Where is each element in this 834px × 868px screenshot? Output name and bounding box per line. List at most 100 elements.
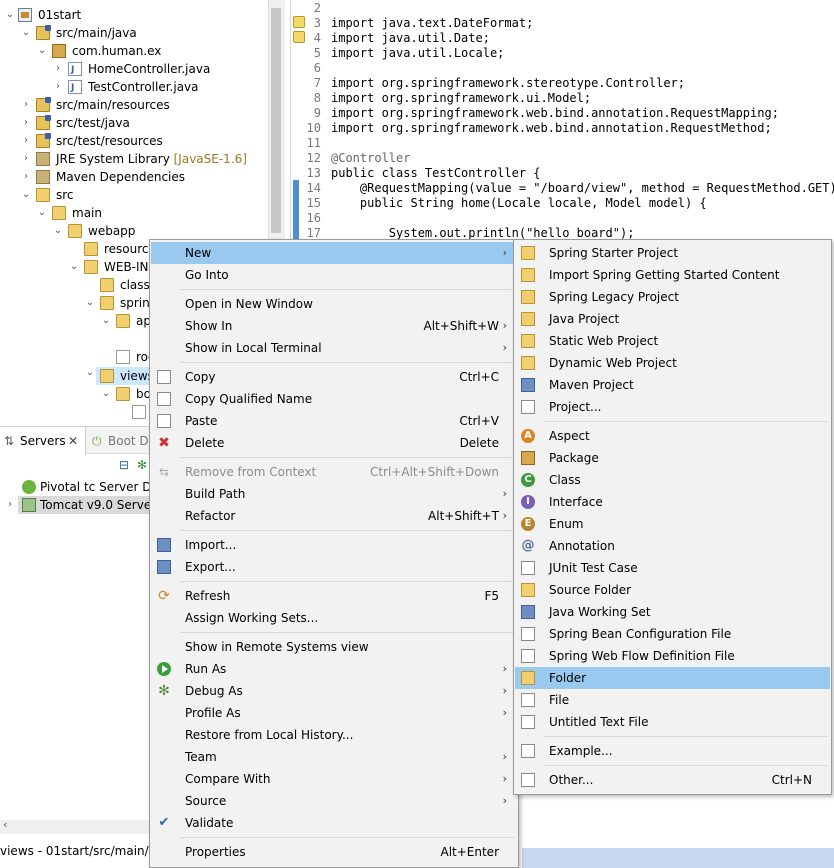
menu-item-interface[interactable]: I Interface [515,491,830,513]
collapse-all-icon[interactable]: ⊟ [119,458,129,472]
menu-item-assign-working-sets[interactable]: Assign Working Sets... [151,607,517,629]
menu-item-delete[interactable]: ✖ Delete Delete [151,432,517,454]
menu-item-source[interactable]: Source › [151,790,517,812]
menu-label: Source [185,794,227,808]
tree-label: webapp [88,224,136,238]
expand-toggle-icon[interactable]: ⌄ [84,367,96,385]
tree-item-views-selected[interactable]: views [96,367,156,385]
collapse-toggle-icon[interactable]: › [20,132,32,150]
collapse-toggle-icon[interactable]: › [20,96,32,114]
menu-item-package[interactable]: Package [515,447,830,469]
scroll-left-icon[interactable]: ‹ [3,818,7,831]
menu-item-copy[interactable]: Copy Ctrl+C [151,366,517,388]
expand-toggle-icon[interactable]: ⌄ [52,222,64,240]
tab-servers[interactable]: ⇅ Servers ✕ [0,427,86,455]
menu-item-import-spring-content[interactable]: Import Spring Getting Started Content [515,264,830,286]
menu-item-spring-bean-config[interactable]: Spring Bean Configuration File [515,623,830,645]
expand-toggle-icon[interactable]: ⌄ [36,204,48,222]
menu-label: Go Into [185,268,229,282]
line-number: 16 [306,211,321,225]
menu-item-junit-test-case[interactable]: JUnit Test Case [515,557,830,579]
menu-item-java-working-set[interactable]: Java Working Set [515,601,830,623]
menu-label: Dynamic Web Project [549,356,677,370]
menu-separator [180,530,514,531]
menu-item-validate[interactable]: ✔ Validate [151,812,517,834]
menu-item-show-local-terminal[interactable]: Show in Local Terminal › [151,337,517,359]
menu-item-class[interactable]: C Class [515,469,830,491]
source-folder-icon [521,583,535,597]
tree-label: WEB-INF [104,260,156,274]
menu-item-show-in[interactable]: Show In Alt+Shift+W › [151,315,517,337]
menu-item-source-folder[interactable]: Source Folder [515,579,830,601]
menu-item-import[interactable]: Import... [151,534,517,556]
menu-item-spring-legacy-project[interactable]: Spring Legacy Project [515,286,830,308]
menu-item-java-project[interactable]: Java Project [515,308,830,330]
menu-item-refresh[interactable]: ⟳ Refresh F5 [151,585,517,607]
debug-icon[interactable]: ✻ [137,458,147,472]
code-line: import java.util.Date; [331,31,490,45]
collapse-toggle-icon[interactable]: › [20,168,32,186]
expand-toggle-icon[interactable]: ⌄ [20,24,32,42]
menu-label: Annotation [549,539,615,553]
submenu-arrow-icon: › [502,246,507,259]
explorer-scrollbar-thumb[interactable] [271,8,281,233]
collapse-toggle-icon[interactable]: › [52,60,64,78]
expand-toggle-icon[interactable]: ⌄ [100,385,112,403]
copy-qualified-icon [157,392,171,406]
menu-item-properties[interactable]: Properties Alt+Enter [151,841,517,863]
menu-item-enum[interactable]: E Enum [515,513,830,535]
tree-label: HomeController.java [88,62,211,76]
menu-item-open-new-window[interactable]: Open in New Window [151,293,517,315]
collapse-toggle-icon[interactable]: › [4,496,16,514]
menu-item-untitled-text-file[interactable]: Untitled Text File [515,711,830,733]
menu-item-project[interactable]: Project... [515,396,830,418]
menu-item-other[interactable]: Other... Ctrl+N [515,769,830,791]
menu-item-new[interactable]: New › [151,242,517,264]
menu-item-spring-starter-project[interactable]: Spring Starter Project [515,242,830,264]
menu-item-refactor[interactable]: Refactor Alt+Shift+T › [151,505,517,527]
menu-item-maven-project[interactable]: Maven Project [515,374,830,396]
collapse-toggle-icon[interactable]: › [20,114,32,132]
menu-item-annotation[interactable]: @ Annotation [515,535,830,557]
menu-label: Show In [185,319,233,333]
expand-toggle-icon[interactable]: ⌄ [20,186,32,204]
menu-item-aspect[interactable]: A Aspect [515,425,830,447]
spring-import-icon [521,268,535,282]
menu-item-build-path[interactable]: Build Path › [151,483,517,505]
expand-toggle-icon[interactable]: ⌄ [4,6,16,24]
collapse-toggle-icon[interactable]: › [20,150,32,168]
menu-item-remote-systems[interactable]: Show in Remote Systems view [151,636,517,658]
menu-item-run-as[interactable]: Run As › [151,658,517,680]
expand-toggle-icon[interactable]: ⌄ [84,294,96,312]
menu-item-compare-with[interactable]: Compare With › [151,768,517,790]
menu-item-spring-web-flow[interactable]: Spring Web Flow Definition File [515,645,830,667]
menu-item-file[interactable]: File [515,689,830,711]
menu-item-profile-as[interactable]: Profile As › [151,702,517,724]
menu-item-restore-history[interactable]: Restore from Local History... [151,724,517,746]
expand-toggle-icon[interactable]: ⌄ [36,42,48,60]
expand-toggle-icon[interactable]: ⌄ [100,312,112,330]
menu-item-static-web-project[interactable]: Static Web Project [515,330,830,352]
menu-item-example[interactable]: Example... [515,740,830,762]
tree-label: src/main/resources [56,98,170,112]
text-file-icon [521,715,535,729]
expand-toggle-icon[interactable]: ⌄ [68,258,80,276]
tree-label: src/test/java [56,116,130,130]
code-line: @RequestMapping(value = "/board/view", m… [331,181,834,195]
menu-item-export[interactable]: Export... [151,556,517,578]
menu-item-go-into[interactable]: Go Into [151,264,517,286]
export-icon [157,560,171,574]
menu-item-debug-as[interactable]: ✻ Debug As › [151,680,517,702]
menu-item-folder[interactable]: Folder [515,667,830,689]
menu-item-team[interactable]: Team › [151,746,517,768]
menu-item-paste[interactable]: Paste Ctrl+V [151,410,517,432]
server-label: Tomcat v9.0 Server [40,498,157,512]
collapse-toggle-icon[interactable]: › [52,78,64,96]
menu-label: Validate [185,816,234,830]
menu-item-dynamic-web-project[interactable]: Dynamic Web Project [515,352,830,374]
menu-item-copy-qualified-name[interactable]: Copy Qualified Name [151,388,517,410]
menu-item-remove-from-context[interactable]: ⇆ Remove from Context Ctrl+Alt+Shift+Dow… [151,461,517,483]
line-number: 10 [306,121,321,135]
example-icon [521,744,535,758]
close-icon[interactable]: ✕ [68,427,78,455]
